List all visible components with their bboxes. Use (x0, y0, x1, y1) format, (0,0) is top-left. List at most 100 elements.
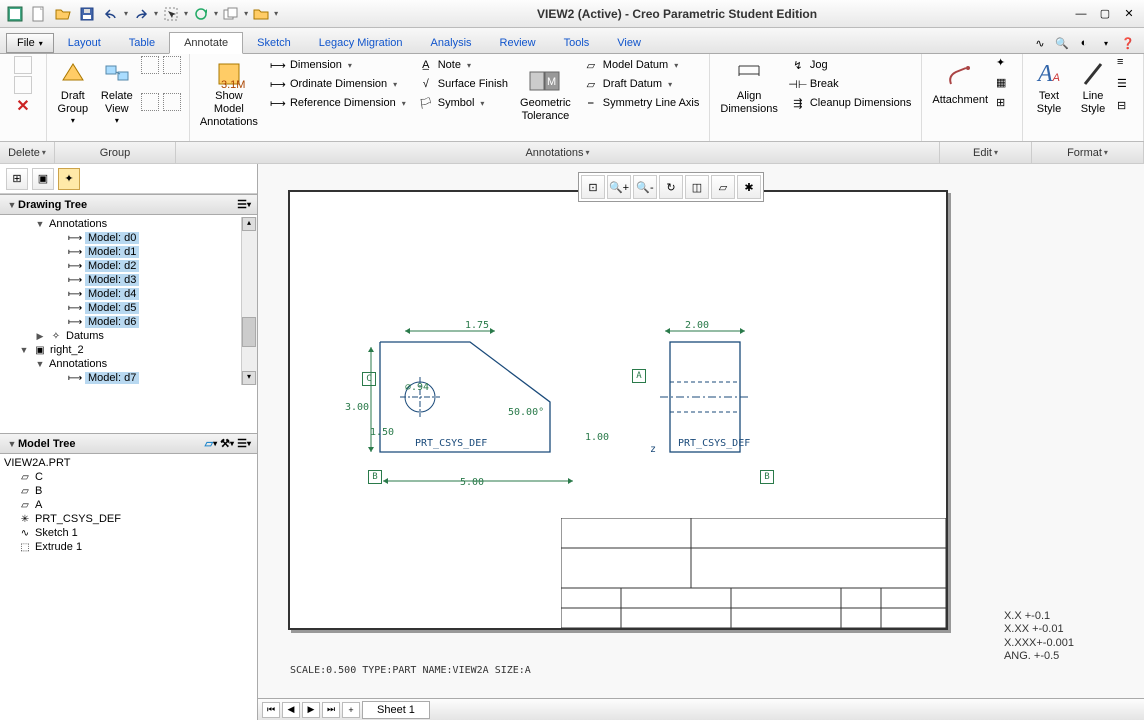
format-tool-icon[interactable]: ≡ (1117, 56, 1135, 74)
edit-tool-icon[interactable]: ⊞ (996, 96, 1014, 114)
ordinate-dimension-button[interactable]: ⟼Ordinate Dimension (266, 75, 410, 93)
undo-icon[interactable] (100, 3, 122, 25)
edit-tool-icon[interactable]: ✦ (996, 56, 1014, 74)
last-sheet-button[interactable]: ⏭ (322, 702, 340, 718)
repaint-icon[interactable]: ↻ (659, 175, 683, 199)
tree-annotations-node[interactable]: ▼Annotations (0, 217, 241, 231)
text-style-button[interactable]: AA Text Style (1029, 56, 1069, 118)
tab-tools[interactable]: Tools (550, 33, 604, 53)
open-icon[interactable] (52, 3, 74, 25)
new-icon[interactable] (28, 3, 50, 25)
group-tool-icon[interactable] (141, 56, 159, 74)
tab-annotate[interactable]: Annotate (169, 32, 243, 54)
tree-model-item[interactable]: ⟼Model: d4 (0, 287, 241, 301)
regen-icon[interactable] (190, 3, 212, 25)
nav-tab-2[interactable]: ▣ (32, 168, 54, 190)
note-button[interactable]: A̲Note (414, 56, 512, 74)
surface-finish-button[interactable]: √Surface Finish (414, 75, 512, 93)
model-tree-item[interactable]: ⬚Extrude 1 (0, 540, 257, 554)
drawing-canvas[interactable]: ⊡ 🔍+ 🔍- ↻ ◫ ▱ ✱ 1.75 (258, 164, 1144, 698)
datum-display-icon[interactable]: ▱ (711, 175, 735, 199)
tree-settings-icon[interactable]: ☰ (237, 198, 247, 211)
tab-legacy[interactable]: Legacy Migration (305, 33, 417, 53)
model-tree-header[interactable]: ▼Model Tree ▱▾ ⚒▾ ☰▾ (0, 433, 257, 454)
tree-model-item[interactable]: ⟼Model: d2 (0, 259, 241, 273)
drawing-tree-header[interactable]: ▼Drawing Tree ☰▾ (0, 194, 257, 215)
sheet-tab[interactable]: Sheet 1 (362, 701, 430, 719)
tree-model-item[interactable]: ⟼Model: d5 (0, 301, 241, 315)
tab-view[interactable]: View (603, 33, 655, 53)
tree-model-item[interactable]: ⟼Model: d3 (0, 273, 241, 287)
redo-icon[interactable] (130, 3, 152, 25)
tree-model-item[interactable]: ⟼Model: d6 (0, 315, 241, 329)
group-delete[interactable]: Delete (0, 142, 55, 163)
delete-icon[interactable]: ✕ (16, 96, 29, 116)
edit-tool-icon[interactable]: ▦ (996, 76, 1014, 94)
windows-icon[interactable] (220, 3, 242, 25)
model-tree-settings-icon[interactable]: ☰ (237, 437, 247, 450)
nav-tab-3[interactable]: ✦ (58, 168, 80, 190)
model-tree-item[interactable]: ∿Sketch 1 (0, 526, 257, 540)
tree-model-d7[interactable]: ⟼Model: d7 (0, 371, 241, 385)
app-menu-icon[interactable] (4, 3, 26, 25)
ribbon-small-icon[interactable] (14, 76, 32, 94)
tree-scrollbar[interactable]: ▴ ▾ (241, 217, 257, 385)
tab-review[interactable]: Review (486, 33, 550, 53)
refit-icon[interactable]: ⊡ (581, 175, 605, 199)
line-style-button[interactable]: Line Style (1073, 56, 1113, 118)
format-tool-icon[interactable]: ⊟ (1117, 99, 1135, 117)
save-icon[interactable] (76, 3, 98, 25)
model-tree-item[interactable]: ▱B (0, 484, 257, 498)
select-mode-icon[interactable] (160, 3, 182, 25)
add-sheet-button[interactable]: + (342, 702, 360, 718)
display-style-icon[interactable]: ◫ (685, 175, 709, 199)
draft-group-button[interactable]: Draft Group▾ (53, 56, 93, 128)
tree-model-item[interactable]: ⟼Model: d0 (0, 231, 241, 245)
dimension-button[interactable]: ⟼Dimension (266, 56, 410, 74)
tab-table[interactable]: Table (115, 33, 169, 53)
group-format[interactable]: Format (1032, 142, 1144, 163)
tree-datums-node[interactable]: ▶✧Datums (0, 329, 241, 343)
show-model-annotations-button[interactable]: 3.1M Show Model Annotations (196, 56, 262, 132)
tree-right2-node[interactable]: ▼▣right_2 (0, 343, 241, 357)
model-tree-filter-icon[interactable]: ▱ (205, 437, 213, 450)
group-tool-icon[interactable] (163, 93, 181, 111)
group-edit[interactable]: Edit (940, 142, 1032, 163)
zoom-out-icon[interactable]: 🔍- (633, 175, 657, 199)
next-sheet-button[interactable]: ▶ (302, 702, 320, 718)
working-dir-icon[interactable] (250, 3, 272, 25)
format-tool-icon[interactable]: ☰ (1117, 77, 1135, 95)
jog-button[interactable]: ↯Jog (786, 56, 916, 74)
group-tool-icon[interactable] (141, 93, 159, 111)
command-search-icon[interactable]: ∿ (1032, 35, 1048, 51)
search-icon[interactable]: 🔍 (1054, 35, 1070, 51)
symmetry-line-button[interactable]: ⎯Symmetry Line Axis (579, 94, 704, 112)
group-tool-icon[interactable] (163, 56, 181, 74)
first-sheet-button[interactable]: ⏮ (262, 702, 280, 718)
tab-sketch[interactable]: Sketch (243, 33, 305, 53)
zoom-in-icon[interactable]: 🔍+ (607, 175, 631, 199)
tree-model-item[interactable]: ⟼Model: d1 (0, 245, 241, 259)
attachment-button[interactable]: Attachment (928, 56, 992, 114)
minimize-button[interactable]: — (1072, 6, 1090, 22)
nav-tab-1[interactable]: ⊞ (6, 168, 28, 190)
geometric-tolerance-button[interactable]: M Geometric Tolerance (516, 56, 575, 132)
ribbon-small-icon[interactable] (14, 56, 32, 74)
tree-annotations2-node[interactable]: ▼Annotations (0, 357, 241, 371)
annotation-display-icon[interactable]: ✱ (737, 175, 761, 199)
relate-view-button[interactable]: Relate View▾ (97, 56, 137, 128)
break-button[interactable]: ⊣⊢Break (786, 75, 916, 93)
maximize-button[interactable]: ▢ (1096, 6, 1114, 22)
prev-sheet-button[interactable]: ◀ (282, 702, 300, 718)
learning-icon[interactable]: ◐ (1076, 35, 1092, 51)
cleanup-dimensions-button[interactable]: ⇶Cleanup Dimensions (786, 94, 916, 112)
model-tree-item[interactable]: ✳PRT_CSYS_DEF (0, 512, 257, 526)
model-tree-item[interactable]: ▱C (0, 470, 257, 484)
tab-analysis[interactable]: Analysis (417, 33, 486, 53)
draft-datum-button[interactable]: ▱Draft Datum (579, 75, 704, 93)
reference-dimension-button[interactable]: ⟼Reference Dimension (266, 94, 410, 112)
file-menu[interactable]: File▾ (6, 33, 54, 53)
model-tree-item[interactable]: ▱A (0, 498, 257, 512)
symbol-button[interactable]: 🏳Symbol (414, 94, 512, 112)
model-datum-button[interactable]: ▱Model Datum (579, 56, 704, 74)
